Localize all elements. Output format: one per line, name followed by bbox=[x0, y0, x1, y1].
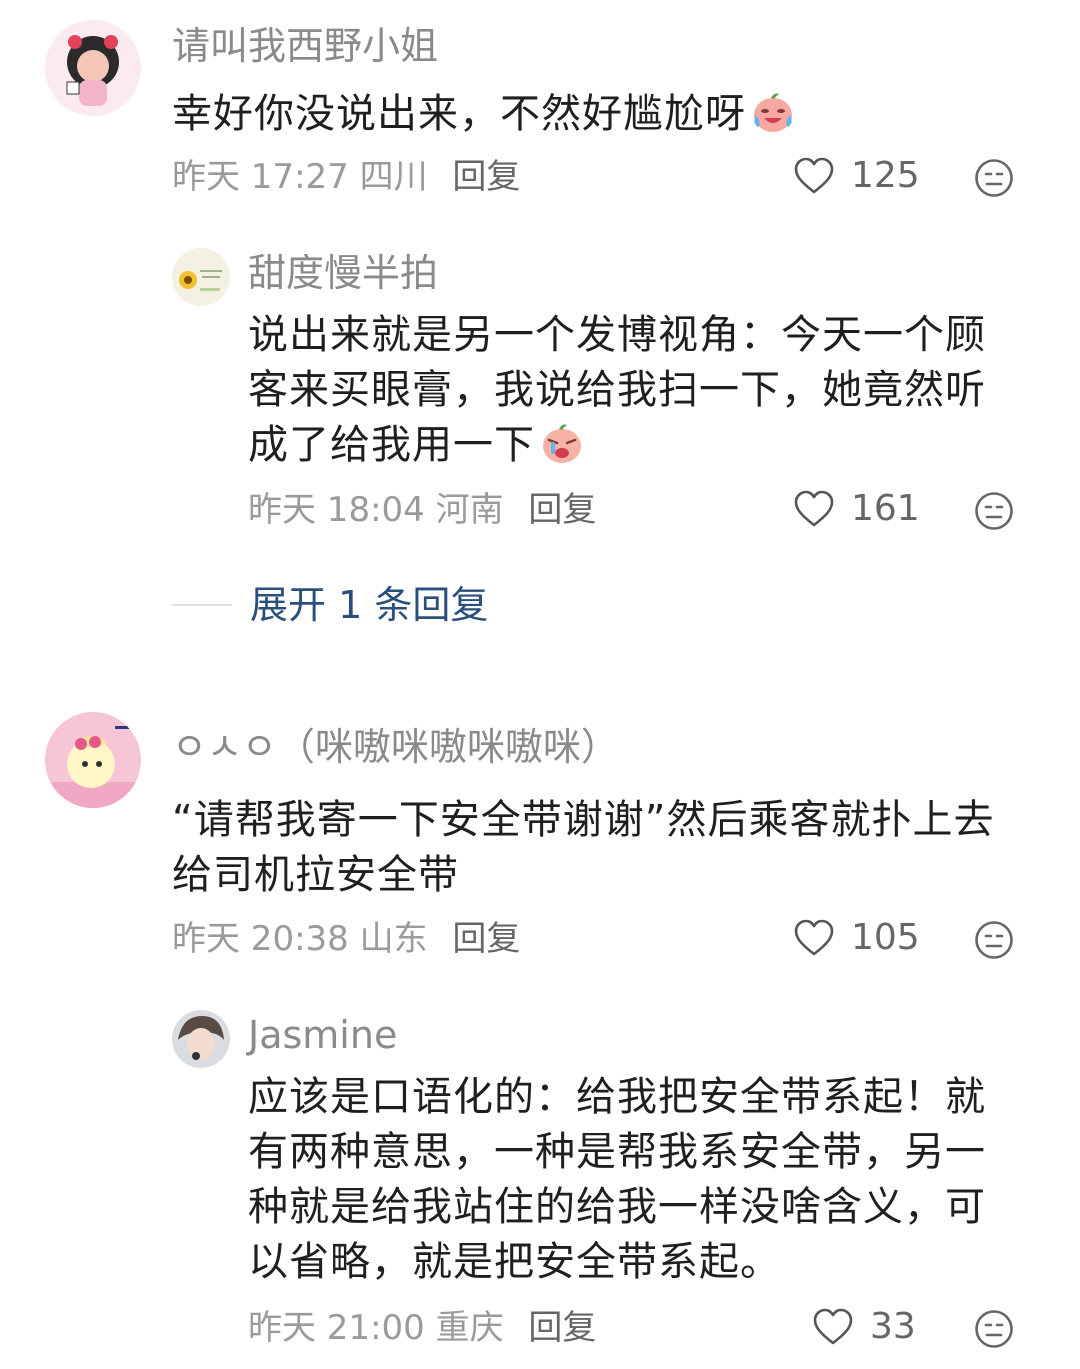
avatar-image bbox=[172, 1010, 230, 1068]
like-button[interactable]: 161 bbox=[793, 490, 920, 528]
dislike-button[interactable] bbox=[974, 158, 1014, 198]
like-button[interactable]: 33 bbox=[812, 1308, 916, 1346]
comment-meta: 昨天 17:27 四川 回复 bbox=[172, 160, 520, 194]
expand-replies-label: 展开 1 条回复 bbox=[250, 583, 489, 627]
comment-time: 昨天 17:27 bbox=[172, 157, 349, 197]
meh-face-icon bbox=[975, 492, 1013, 530]
comment-text-content: 应该是口语化的：给我把安全带系起！就有两种意思，一种是帮我系安全带，另一种就是给… bbox=[248, 1074, 986, 1285]
comment-text-content: 幸好你没说出来，不然好尴尬呀 bbox=[172, 91, 746, 137]
comment-text-content: 说出来就是另一个发博视角：今天一个顾客来买眼膏，我说给我扫一下，她竟然听成了给我… bbox=[248, 312, 986, 468]
like-count: 161 bbox=[851, 488, 920, 529]
avatar[interactable] bbox=[172, 1010, 230, 1068]
comment-meta: 昨天 20:38 山东 回复 bbox=[172, 922, 520, 956]
comment-text-content: “请帮我寄一下安全带谢谢”然后乘客就扑上去给司机拉安全带 bbox=[172, 797, 995, 898]
comment-location: 河南 bbox=[435, 490, 504, 530]
dislike-button[interactable] bbox=[974, 920, 1014, 960]
reply-button[interactable]: 回复 bbox=[452, 919, 520, 959]
avatar[interactable] bbox=[172, 248, 230, 306]
comment-text: 应该是口语化的：给我把安全带系起！就有两种意思，一种是帮我系安全带，另一种就是给… bbox=[248, 1070, 1008, 1290]
username[interactable]: ㅇㅅㅇ（咪嗷咪嗷咪嗷咪） bbox=[172, 728, 619, 766]
comment-location: 重庆 bbox=[435, 1308, 504, 1348]
divider-line bbox=[172, 604, 232, 606]
meh-face-icon bbox=[975, 921, 1013, 959]
comment-time: 昨天 18:04 bbox=[248, 490, 425, 530]
comment-time: 昨天 20:38 bbox=[172, 919, 349, 959]
reply-button[interactable]: 回复 bbox=[528, 490, 596, 530]
expand-replies-button[interactable]: 展开 1 条回复 bbox=[172, 586, 488, 624]
reply-button[interactable]: 回复 bbox=[452, 157, 520, 197]
heart-outline-icon bbox=[794, 919, 834, 956]
heart-outline-icon bbox=[794, 157, 834, 194]
username[interactable]: 请叫我西野小姐 bbox=[172, 27, 438, 65]
crying-laugh-peach-emoji-icon bbox=[750, 89, 796, 135]
comment-text: “请帮我寄一下安全带谢谢”然后乘客就扑上去给司机拉安全带 bbox=[172, 793, 1022, 903]
comment-location: 山东 bbox=[359, 919, 428, 959]
username[interactable]: 甜度慢半拍 bbox=[248, 254, 438, 292]
comment-meta: 昨天 21:00 重庆 回复 bbox=[248, 1311, 596, 1345]
avatar[interactable] bbox=[45, 20, 141, 116]
comment-location: 四川 bbox=[359, 157, 428, 197]
avatar-image bbox=[45, 712, 141, 808]
comment-meta: 昨天 18:04 河南 回复 bbox=[248, 493, 596, 527]
reply-button[interactable]: 回复 bbox=[528, 1308, 596, 1348]
comment-time: 昨天 21:00 bbox=[248, 1308, 425, 1348]
meh-face-icon bbox=[975, 159, 1013, 197]
avatar-image bbox=[172, 248, 230, 306]
comment-text: 幸好你没说出来，不然好尴尬呀 bbox=[172, 87, 1022, 142]
like-count: 33 bbox=[870, 1306, 916, 1347]
comment-text: 说出来就是另一个发博视角：今天一个顾客来买眼膏，我说给我扫一下，她竟然听成了给我… bbox=[248, 308, 1008, 473]
like-button[interactable]: 125 bbox=[793, 157, 920, 195]
meh-face-icon bbox=[975, 1310, 1013, 1348]
heart-outline-icon bbox=[794, 490, 834, 527]
avatar-image bbox=[45, 20, 141, 116]
like-count: 105 bbox=[851, 917, 920, 958]
crying-peach-emoji-icon bbox=[539, 420, 585, 466]
heart-outline-icon bbox=[813, 1308, 853, 1345]
username[interactable]: Jasmine bbox=[248, 1016, 397, 1054]
like-count: 125 bbox=[851, 155, 920, 196]
like-button[interactable]: 105 bbox=[793, 919, 920, 957]
dislike-button[interactable] bbox=[974, 491, 1014, 531]
avatar[interactable] bbox=[45, 712, 141, 808]
dislike-button[interactable] bbox=[974, 1309, 1014, 1349]
